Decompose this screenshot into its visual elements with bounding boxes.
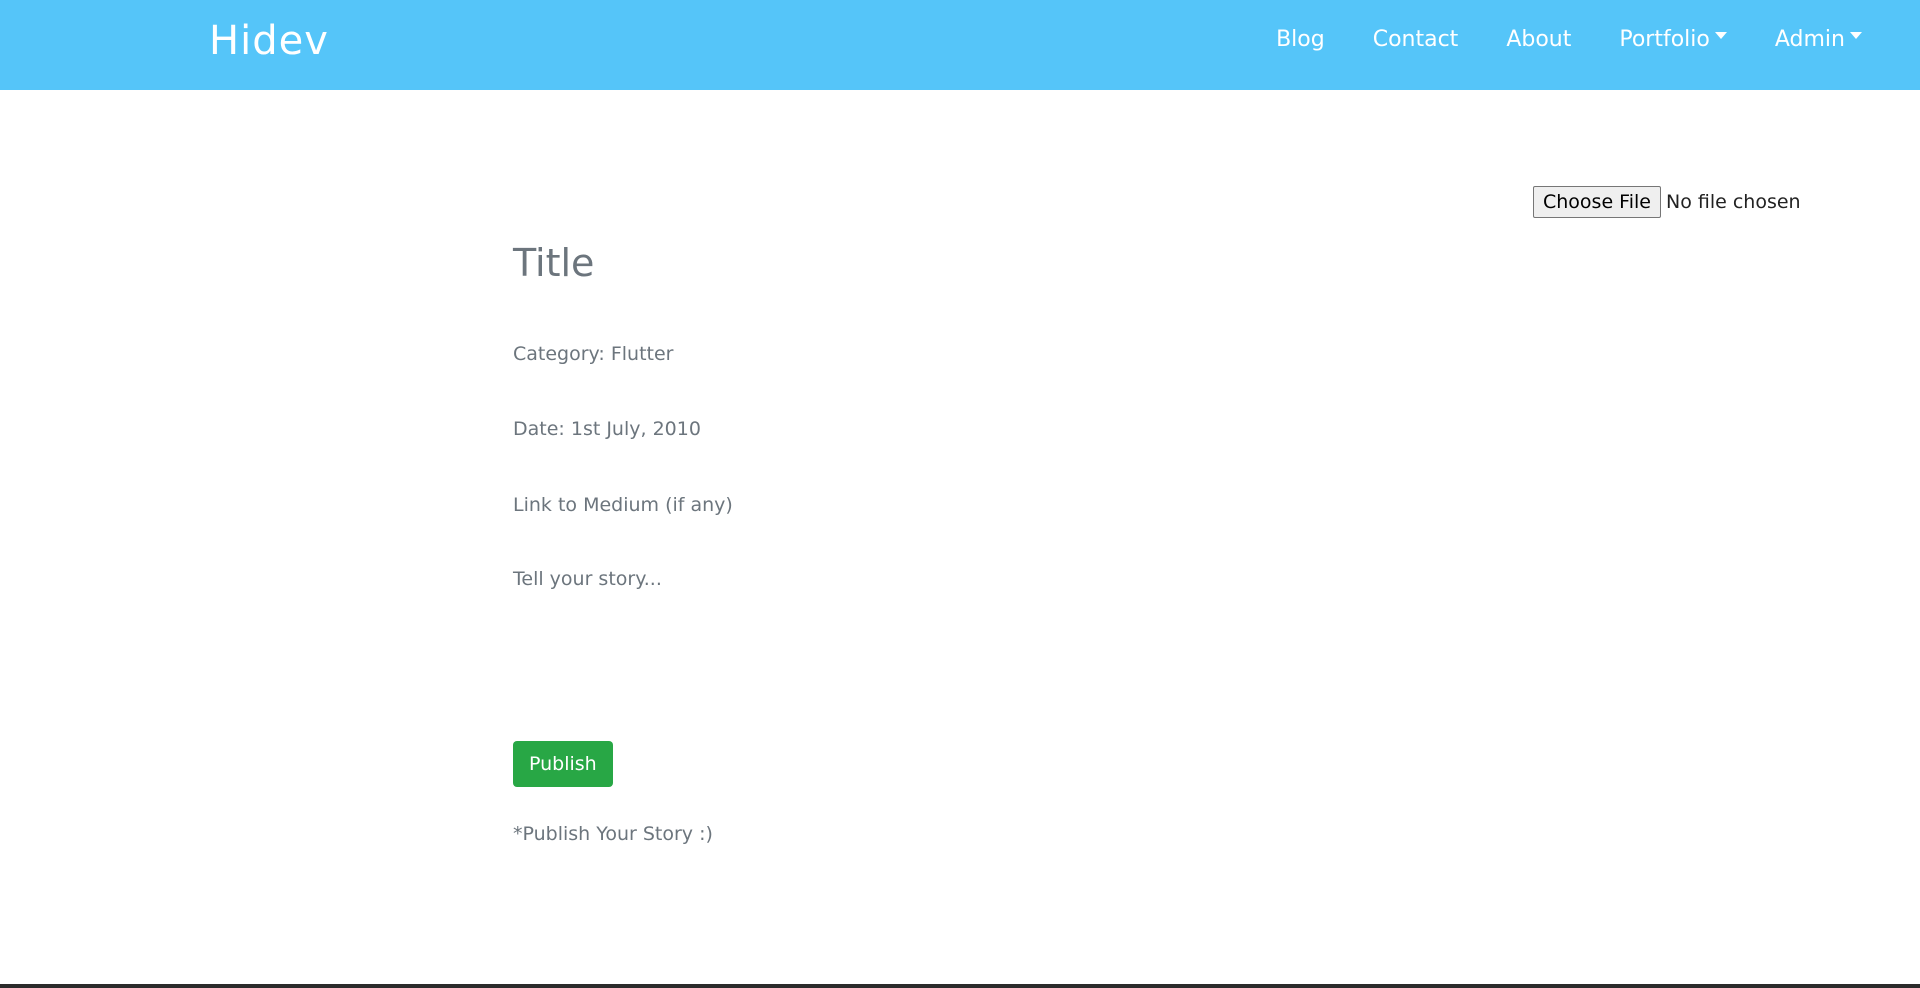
publish-note: *Publish Your Story :) [513,823,713,845]
date-field[interactable]: Date: 1st July, 2010 [513,418,701,440]
nav-dropdown-portfolio[interactable]: Portfolio [1619,27,1727,52]
story-textarea[interactable]: Tell your story... [513,568,662,590]
brand-logo[interactable]: Hidev [209,18,329,64]
choose-file-button[interactable]: Choose File [1533,186,1661,218]
nav-link-label: Admin [1774,27,1845,52]
caret-down-icon [1714,32,1727,39]
caret-down-icon [1850,32,1862,39]
nav-link-label: About [1506,27,1572,52]
nav-link-label: Contact [1372,27,1459,52]
nav-links: Blog Contact About Portfolio Admin [1276,27,1862,52]
title-input[interactable]: Title [513,241,594,285]
nav-link-blog[interactable]: Blog [1276,27,1325,52]
category-field[interactable]: Category: Flutter [513,343,674,365]
navbar: Hidev Blog Contact About Portfolio Admin [0,0,1920,90]
nav-link-label: Portfolio [1619,27,1710,52]
file-status-text: No file chosen [1665,191,1801,213]
nav-link-label: Blog [1276,27,1325,52]
nav-link-about[interactable]: About [1506,27,1571,52]
nav-dropdown-admin[interactable]: Admin [1775,27,1862,52]
nav-link-contact[interactable]: Contact [1373,27,1459,52]
file-upload: Choose File No file chosen [1533,186,1801,218]
medium-link-input[interactable]: Link to Medium (if any) [513,494,733,516]
bottom-divider [0,984,1920,988]
publish-button[interactable]: Publish [513,741,613,787]
